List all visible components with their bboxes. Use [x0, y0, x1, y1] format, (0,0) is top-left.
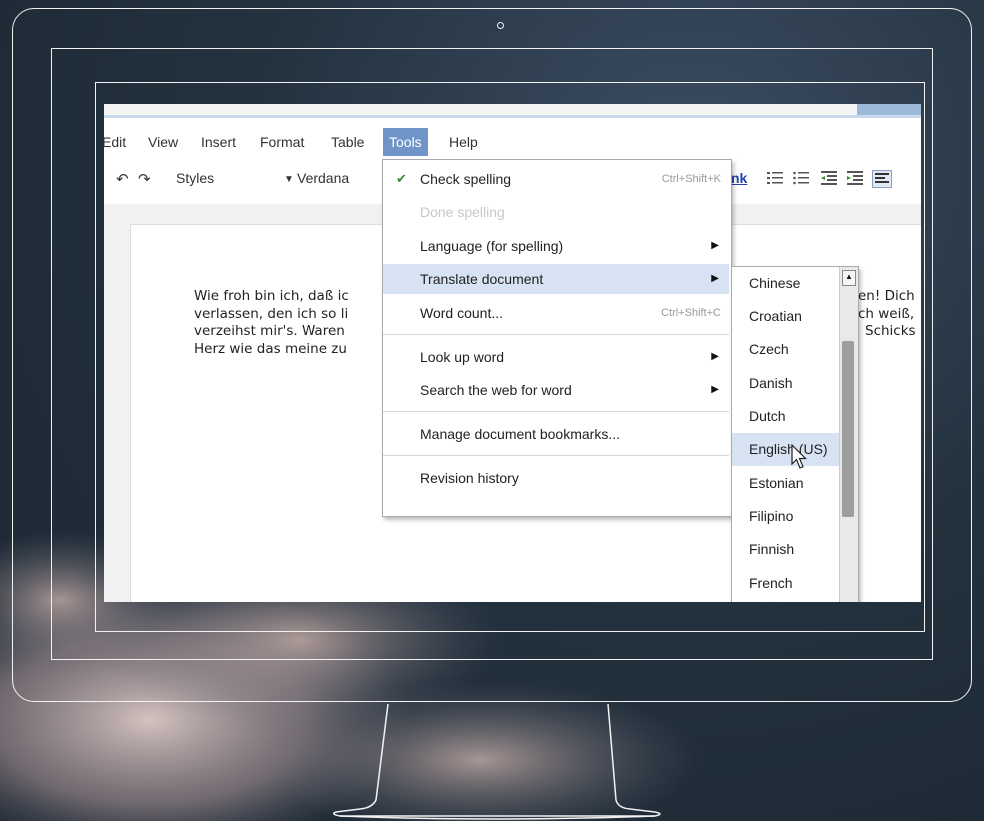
- text-fragment: en! Dich: [858, 288, 915, 304]
- menu-item-look-up-word[interactable]: Look up word ▶: [383, 342, 729, 372]
- menu-item-search-web[interactable]: Search the web for word ▶: [383, 375, 729, 405]
- language-option[interactable]: Danish: [732, 367, 840, 400]
- language-option[interactable]: Czech: [732, 333, 840, 366]
- menu-item-done-spelling: Done spelling: [420, 204, 505, 220]
- numbered-list-icon[interactable]: [766, 170, 784, 186]
- language-option[interactable]: Estonian: [732, 467, 840, 500]
- menu-bar: Edit View Insert Format Table Tools Help: [104, 126, 921, 156]
- font-dropdown[interactable]: Verdana: [297, 170, 349, 186]
- app-screen: Edit View Insert Format Table Tools Help…: [104, 104, 921, 602]
- increase-indent-icon[interactable]: [846, 170, 864, 186]
- decrease-indent-icon[interactable]: [820, 170, 838, 186]
- menu-tools[interactable]: Tools: [383, 128, 428, 156]
- chevron-down-icon[interactable]: ▼: [284, 174, 294, 185]
- menu-item-check-spelling[interactable]: ✔ Check spelling Ctrl+Shift+K: [383, 164, 729, 194]
- scroll-up-icon[interactable]: ▲: [842, 270, 856, 286]
- menu-insert[interactable]: Insert: [195, 130, 242, 154]
- tools-menu: ✔ Check spelling Ctrl+Shift+K Done spell…: [382, 159, 732, 517]
- document-text-right: en! Dich ch weiß, Schicks: [858, 288, 916, 341]
- redo-icon[interactable]: ↷: [138, 170, 151, 188]
- menu-separator: [383, 455, 729, 456]
- menu-item-word-count[interactable]: Word count... Ctrl+Shift+C: [383, 298, 729, 328]
- language-option-selected[interactable]: English (US): [732, 433, 840, 466]
- menu-item-language[interactable]: Language (for spelling) ▶: [383, 231, 729, 261]
- language-option[interactable]: Chinese: [732, 267, 840, 300]
- scroll-thumb[interactable]: [842, 341, 854, 517]
- language-option[interactable]: Finnish: [732, 533, 840, 566]
- spell-check-icon: ✔: [396, 171, 407, 186]
- menu-separator: [383, 411, 729, 412]
- styles-dropdown[interactable]: Styles: [176, 170, 214, 186]
- language-option[interactable]: Croatian: [732, 300, 840, 333]
- menu-table[interactable]: Table: [325, 130, 370, 154]
- menu-view[interactable]: View: [142, 130, 184, 154]
- bullet-list-icon[interactable]: [792, 170, 810, 186]
- menu-item-translate-document[interactable]: Translate document ▶: [383, 264, 729, 294]
- submenu-arrow-icon: ▶: [711, 240, 719, 251]
- menu-item-bookmarks[interactable]: Manage document bookmarks...: [383, 419, 729, 449]
- text-fragment: ch weiß,: [858, 305, 915, 322]
- camera-dot: [497, 22, 504, 29]
- menu-separator: [383, 334, 729, 335]
- menu-item-revision-history[interactable]: Revision history: [383, 463, 729, 493]
- menu-help[interactable]: Help: [443, 130, 484, 154]
- window-top-strip: [104, 104, 921, 118]
- submenu-arrow-icon: ▶: [711, 384, 719, 395]
- translate-language-menu: Chinese Croatian Czech Danish Dutch Engl…: [731, 266, 859, 602]
- language-option[interactable]: French: [732, 567, 840, 600]
- text-fragment: Schicks: [865, 323, 916, 339]
- language-option[interactable]: Filipino: [732, 500, 840, 533]
- link-button[interactable]: nk: [731, 170, 747, 186]
- menu-format[interactable]: Format: [254, 130, 310, 154]
- language-option[interactable]: Dutch: [732, 400, 840, 433]
- menu-edit[interactable]: Edit: [104, 130, 132, 154]
- submenu-arrow-icon: ▶: [711, 273, 719, 284]
- align-left-icon[interactable]: [872, 170, 892, 188]
- undo-icon[interactable]: ↶: [116, 170, 129, 188]
- submenu-scrollbar[interactable]: ▲: [839, 267, 858, 602]
- mouse-cursor-icon: [791, 444, 807, 469]
- submenu-arrow-icon: ▶: [711, 351, 719, 362]
